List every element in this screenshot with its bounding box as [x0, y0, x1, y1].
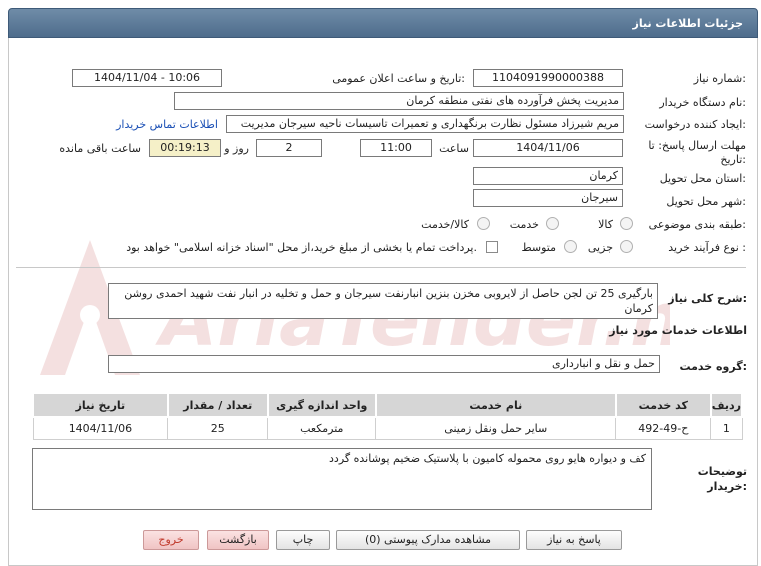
process-radio-medium[interactable]	[564, 240, 577, 253]
buyer-notes-text: کف و دیواره هایو روی محموله کامیون با پل…	[329, 452, 646, 465]
buyer-org-label: نام دستگاه خریدار:	[659, 96, 746, 109]
creator-label: ایجاد کننده درخواست:	[644, 118, 746, 131]
service-group-field: حمل و نقل و انبارداری	[108, 355, 660, 373]
province-field: کرمان	[473, 167, 623, 185]
exit-button[interactable]: خروج	[143, 530, 199, 550]
process-label: نوع فرآیند خرید :	[668, 241, 746, 254]
city-field: سیرجان	[473, 189, 623, 207]
cell-service-name: سایر حمل ونقل زمینی	[375, 416, 617, 440]
need-number-label: شماره نیاز:	[693, 72, 746, 85]
category-option-service: خدمت	[509, 218, 539, 231]
province-label: استان محل تحویل:	[659, 172, 746, 185]
col-row-number: ردیف	[709, 392, 744, 418]
need-number-field: 1104091990000388	[473, 69, 623, 87]
deadline-time-field: 11:00	[360, 139, 432, 157]
cell-unit: مترمکعب	[267, 416, 377, 440]
col-need-date: تاریخ نیاز	[32, 392, 169, 418]
remaining-time-field: 00:19:13	[149, 139, 221, 157]
reply-button[interactable]: پاسخ به نیاز	[526, 530, 622, 550]
page-title: جزئیات اطلاعات نیاز	[632, 17, 744, 30]
process-option-medium: متوسط	[521, 241, 556, 254]
process-radio-minor[interactable]	[620, 240, 633, 253]
announce-datetime-field: 1404/11/04 - 10:06	[72, 69, 222, 87]
services-section-title: اطلاعات خدمات مورد نیاز	[609, 324, 747, 337]
remaining-time-label: ساعت باقی مانده	[59, 142, 141, 155]
buyer-org-field: مدیریت پخش فرآورده های نفتی منطقه کرمان	[174, 92, 624, 110]
category-radio-service[interactable]	[546, 217, 559, 230]
page-header: جزئیات اطلاعات نیاز	[8, 8, 758, 38]
buyer-notes-label: توضیحات خریدار:	[697, 465, 747, 493]
back-button[interactable]: بازگشت	[207, 530, 269, 550]
table-row: 1 ح-49-492 سایر حمل ونقل زمینی مترمکعب 2…	[32, 416, 743, 440]
category-option-goods: کالا	[598, 218, 613, 231]
description-label: شرح کلی نیاز:	[668, 292, 747, 305]
col-quantity: تعداد / مقدار	[166, 392, 269, 418]
divider	[16, 267, 746, 268]
cell-need-date: 1404/11/06	[32, 416, 169, 440]
deadline-date-field: 1404/11/06	[473, 139, 623, 157]
table-header-row: ردیف کد خدمت نام خدمت واحد اندازه گیری ت…	[32, 392, 744, 418]
process-option-minor: جزیی	[587, 241, 613, 254]
col-service-name: نام خدمت	[374, 392, 617, 418]
category-radio-goods-service[interactable]	[477, 217, 490, 230]
buyer-notes-textarea[interactable]: کف و دیواره هایو روی محموله کامیون با پل…	[32, 448, 652, 510]
col-unit: واحد اندازه گیری	[266, 392, 377, 418]
category-option-goods-service: کالا/خدمت	[421, 218, 469, 231]
announce-label: تاریخ و ساعت اعلان عمومی:	[332, 72, 465, 85]
description-textarea[interactable]: بارگیری 25 تن لجن حاصل از لایروبی مخزن ب…	[108, 283, 658, 319]
cell-service-code: ح-49-492	[615, 416, 712, 440]
payment-note: پرداخت تمام یا بخشی از مبلغ خرید،از محل …	[126, 241, 477, 254]
cell-quantity: 25	[167, 416, 269, 440]
days-label: روز و	[224, 142, 249, 155]
city-label: شهر محل تحویل:	[666, 195, 746, 208]
description-text: بارگیری 25 تن لجن حاصل از لایروبی مخزن ب…	[124, 287, 653, 315]
buyer-contact-link[interactable]: اطلاعات تماس خریدار	[116, 118, 218, 131]
creator-field: مریم شیرزاد مسئول نظارت برنگهداری و تعمی…	[226, 115, 624, 133]
cell-row-number: 1	[710, 416, 743, 440]
view-documents-button[interactable]: مشاهده مدارک پیوستی (0)	[336, 530, 520, 550]
category-radio-goods[interactable]	[620, 217, 633, 230]
services-table: ردیف کد خدمت نام خدمت واحد اندازه گیری ت…	[32, 392, 744, 440]
deadline-label: مهلت ارسال پاسخ: تا تاریخ:	[648, 139, 746, 166]
days-field: 2	[256, 139, 322, 157]
print-button[interactable]: چاپ	[276, 530, 330, 550]
service-group-label: گروه خدمت:	[679, 360, 747, 373]
col-service-code: کد خدمت	[614, 392, 712, 418]
treasury-checkbox[interactable]	[486, 241, 498, 253]
deadline-time-label: ساعت	[439, 142, 469, 155]
category-label: طبقه بندی موضوعی:	[648, 218, 746, 231]
